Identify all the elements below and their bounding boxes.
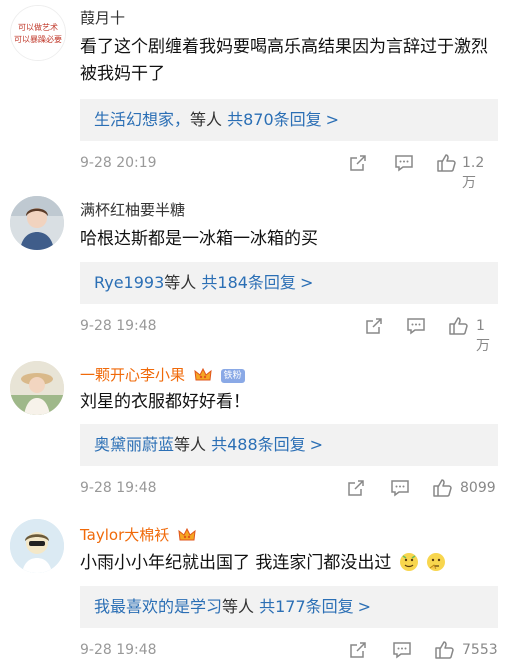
reply-etc: 等人 bbox=[174, 435, 207, 454]
reply-users-link[interactable]: Rye1993 bbox=[94, 273, 164, 292]
reply-count-link[interactable]: 共488条回复 bbox=[211, 435, 306, 454]
comment-icon[interactable] bbox=[406, 316, 426, 336]
chevron-right-icon: > bbox=[325, 110, 340, 129]
comment-text: 看了这个剧缠着我妈要喝高乐高结果因为言辞过于激烈被我妈干了 bbox=[80, 37, 488, 84]
reply-summary[interactable]: 我最喜欢的是学习等人 共177条回复 > bbox=[80, 586, 498, 628]
reply-summary[interactable]: 奥黛丽蔚蓝等人 共488条回复 > bbox=[80, 424, 498, 466]
like-icon[interactable] bbox=[436, 153, 458, 173]
comment-meta: 9-28 19:48 1万 bbox=[80, 316, 498, 354]
reply-count-link[interactable]: 共870条回复 bbox=[227, 110, 322, 129]
comment-item: 满杯红柚要半糖 哈根达斯都是一冰箱一冰箱的买 Rye1993等人 共184条回复… bbox=[0, 180, 508, 354]
reply-users-link[interactable]: 奥黛丽蔚蓝 bbox=[94, 435, 174, 454]
comment-meta: 9-28 19:48 8099 bbox=[80, 478, 498, 498]
like-count: 8099 bbox=[460, 480, 496, 496]
comment-date: 9-28 19:48 bbox=[80, 318, 157, 334]
username-text[interactable]: 一颗开心李小果 bbox=[80, 366, 185, 384]
reply-summary[interactable]: Rye1993等人 共184条回复 > bbox=[80, 262, 498, 304]
reply-count-link[interactable]: 共177条回复 bbox=[259, 597, 354, 616]
share-icon[interactable] bbox=[348, 153, 368, 173]
comment-item: 可以做艺术 可以暴躁必要 葭月十 看了这个剧缠着我妈要喝高乐高结果因为言辞过于激… bbox=[0, 0, 508, 191]
like-count: 7553 bbox=[462, 642, 498, 658]
username[interactable]: 一颗开心李小果 铁粉 bbox=[80, 365, 245, 388]
avatar[interactable] bbox=[10, 196, 64, 250]
username[interactable]: 满杯红柚要半糖 bbox=[80, 200, 185, 220]
emoji-icon bbox=[399, 552, 419, 572]
emoji-icon bbox=[426, 552, 446, 572]
avatar-text: 可以暴躁必要 bbox=[14, 34, 62, 44]
fan-badge: 铁粉 bbox=[220, 369, 245, 383]
share-icon[interactable] bbox=[348, 640, 368, 660]
reply-etc: 等人 bbox=[222, 597, 255, 616]
avatar-text: 可以做艺术 bbox=[18, 22, 58, 32]
comment-icon[interactable] bbox=[390, 478, 410, 498]
chevron-right-icon: > bbox=[309, 435, 324, 454]
chevron-right-icon: > bbox=[357, 597, 372, 616]
avatar[interactable] bbox=[10, 519, 64, 573]
username[interactable]: 葭月十 bbox=[80, 8, 125, 28]
username-text[interactable]: Taylor大棉袄 bbox=[80, 526, 169, 544]
reply-summary[interactable]: 生活幻想家，等人 共870条回复 > bbox=[80, 99, 498, 141]
reply-users-link[interactable]: 我最喜欢的是学习 bbox=[94, 597, 222, 616]
reply-count-link[interactable]: 共184条回复 bbox=[201, 273, 296, 292]
like-icon[interactable] bbox=[448, 316, 470, 336]
share-icon[interactable] bbox=[346, 478, 366, 498]
vip-crown-icon bbox=[194, 367, 212, 388]
comment-date: 9-28 20:19 bbox=[80, 155, 157, 171]
comment-text: 哈根达斯都是一冰箱一冰箱的买 bbox=[80, 229, 318, 249]
reply-users-link[interactable]: 生活幻想家， bbox=[94, 110, 190, 129]
comment-date: 9-28 19:48 bbox=[80, 480, 157, 496]
chevron-right-icon: > bbox=[299, 273, 314, 292]
comment-item: 一颗开心李小果 铁粉 刘星的衣服都好好看！ 奥黛丽蔚蓝等人 共488条回复 > 9… bbox=[0, 345, 508, 505]
reply-etc: 等人 bbox=[164, 273, 197, 292]
comment-item: Taylor大棉袄 小雨小小年纪就出国了 我连家门都没出过 我最喜欢的是学习等人… bbox=[0, 505, 508, 672]
like-icon[interactable] bbox=[432, 478, 454, 498]
avatar[interactable] bbox=[10, 361, 64, 415]
comment-date: 9-28 19:48 bbox=[80, 642, 157, 658]
vip-crown-icon bbox=[178, 527, 196, 548]
reply-etc: 等人 bbox=[190, 110, 223, 129]
comment-text-content: 小雨小小年纪就出国了 我连家门都没出过 bbox=[80, 553, 392, 573]
comment-icon[interactable] bbox=[392, 640, 412, 660]
comment-text: 小雨小小年纪就出国了 我连家门都没出过 bbox=[80, 550, 500, 577]
comment-meta: 9-28 20:19 1.2万 bbox=[80, 153, 498, 191]
comment-text: 刘星的衣服都好好看！ bbox=[80, 392, 250, 412]
like-icon[interactable] bbox=[434, 640, 456, 660]
share-icon[interactable] bbox=[364, 316, 384, 336]
comment-icon[interactable] bbox=[394, 153, 414, 173]
username[interactable]: Taylor大棉袄 bbox=[80, 525, 196, 548]
avatar[interactable]: 可以做艺术 可以暴躁必要 bbox=[10, 5, 66, 61]
comment-meta: 9-28 19:48 7553 bbox=[80, 640, 498, 660]
